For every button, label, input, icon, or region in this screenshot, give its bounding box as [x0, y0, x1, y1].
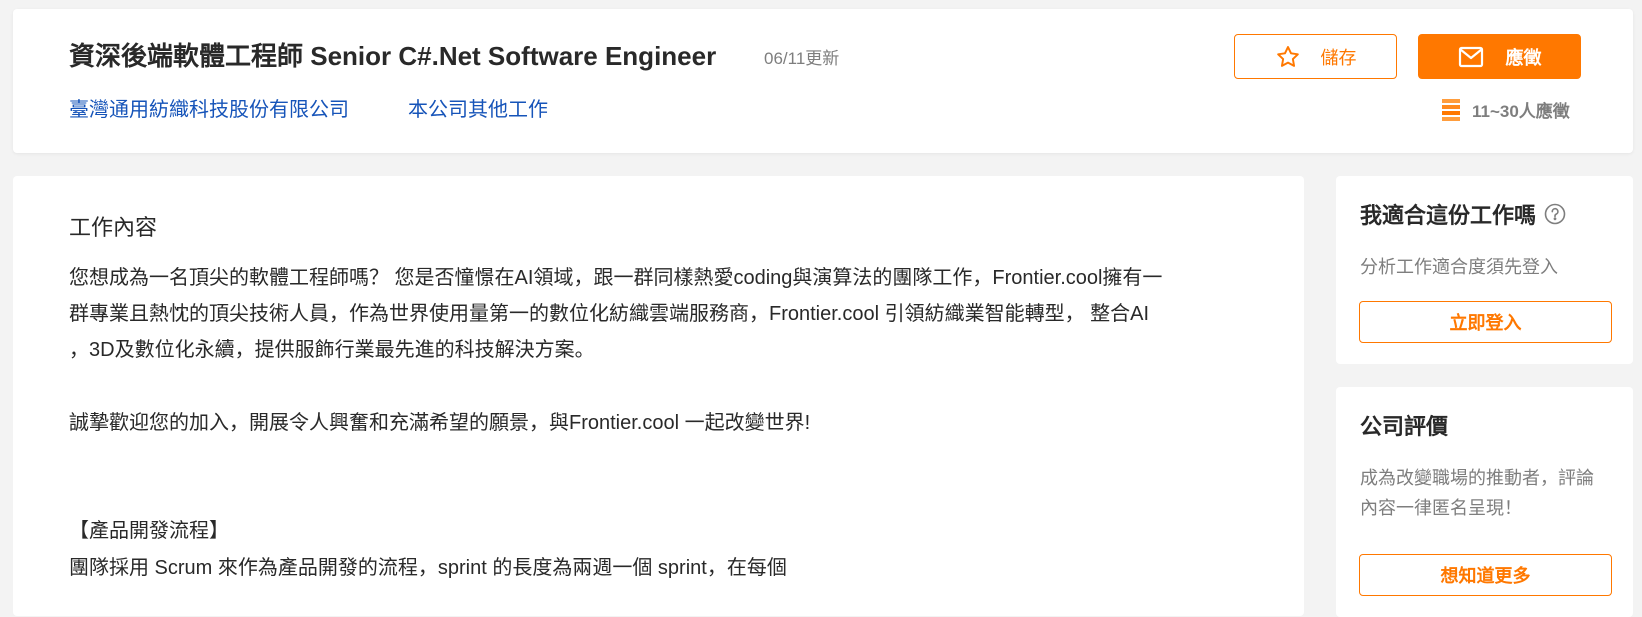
star-icon: [1276, 45, 1299, 67]
job-fit-title: 我適合這份工作嗎: [1360, 198, 1566, 230]
question-icon[interactable]: [1544, 203, 1566, 225]
applicant-bars-icon: [1442, 98, 1460, 121]
save-button[interactable]: 儲存: [1234, 34, 1397, 79]
description-line: 誠摯歡迎您的加入，開展令人興奮和充滿希望的願景，與Frontier.cool 一…: [69, 412, 811, 434]
description-line: 群專業且熱忱的頂尖技術人員，作為世界使用量第一的數位化紡織雲端服務商，Front…: [69, 303, 1150, 325]
description-line: ，3D及數位化永續，提供服飾行業最先進的科技解決方案。: [69, 339, 595, 361]
company-review-title-text: 公司評價: [1360, 414, 1449, 439]
section-title: 工作內容: [69, 215, 158, 240]
mail-icon: [1458, 46, 1483, 67]
company-review-title: 公司評價: [1360, 409, 1448, 441]
job-fit-title-text: 我適合這份工作嗎: [1360, 203, 1537, 228]
job-content-card: 工作內容 您想成為一名頂尖的軟體工程師嗎？ 您是否憧憬在AI領域，跟一群同樣熱愛…: [13, 176, 1304, 616]
save-button-label: 儲存: [1320, 47, 1357, 68]
apply-button[interactable]: 應徵: [1418, 34, 1581, 79]
job-fit-card: 我適合這份工作嗎 分析工作適合度須先登入 立即登入: [1336, 176, 1633, 364]
job-fit-text: 分析工作適合度須先登入: [1360, 257, 1558, 277]
company-review-text-line: 內容一律匿名呈現！: [1360, 498, 1522, 518]
company-review-card: 公司評價 成為改變職場的推動者，評論 內容一律匿名呈現！ 想知道更多: [1336, 387, 1633, 617]
applicants-info: 11~30人應徵: [1442, 97, 1570, 122]
update-date: 06/11更新: [764, 49, 840, 68]
apply-button-label: 應徵: [1505, 47, 1542, 68]
description-line: 團隊採用 Scrum 來作為產品開發的流程，sprint 的長度為兩週一個 sp…: [69, 557, 787, 579]
description-line: 【產品開發流程】: [69, 520, 229, 542]
description-line: 您想成為一名頂尖的軟體工程師嗎？ 您是否憧憬在AI領域，跟一群同樣熱愛codin…: [69, 267, 1163, 289]
other-jobs-link[interactable]: 本公司其他工作: [408, 93, 548, 122]
company-name-link[interactable]: 臺灣通用紡織科技股份有限公司: [69, 93, 349, 122]
job-header-card: 資深後端軟體工程師 Senior C#.Net Software Enginee…: [13, 9, 1633, 153]
login-button[interactable]: 立即登入: [1359, 301, 1612, 343]
job-title: 資深後端軟體工程師 Senior C#.Net Software Enginee…: [69, 41, 717, 71]
learn-more-button[interactable]: 想知道更多: [1359, 554, 1612, 596]
company-review-text-line: 成為改變職場的推動者，評論: [1360, 468, 1594, 488]
applicants-count: 11~30人應徵: [1472, 102, 1570, 121]
